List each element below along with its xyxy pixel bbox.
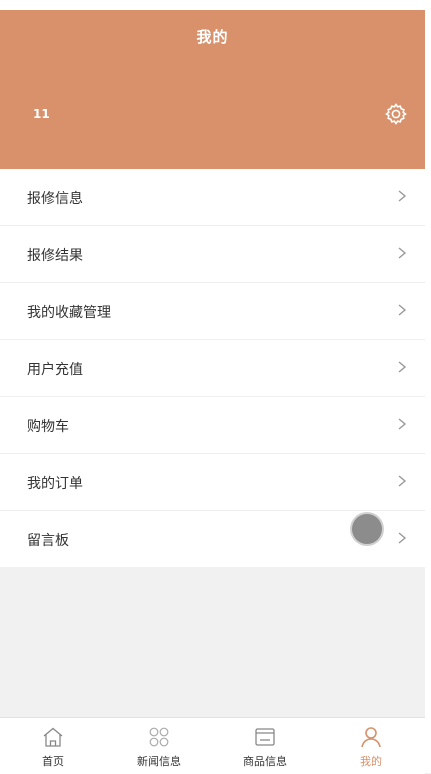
user-icon xyxy=(361,727,381,748)
gear-icon[interactable] xyxy=(384,102,408,126)
tab-mine[interactable]: 我的 xyxy=(318,718,424,774)
chevron-right-icon xyxy=(398,361,407,373)
chevron-right-icon xyxy=(398,190,407,202)
menu-item-label: 报修结果 xyxy=(27,248,83,264)
grid-icon xyxy=(149,727,169,747)
menu-item-label: 我的收藏管理 xyxy=(27,305,111,321)
profile-header: 我的 11 xyxy=(0,10,425,169)
chevron-right-icon xyxy=(398,532,407,544)
tab-label: 商品信息 xyxy=(243,755,287,768)
bottom-tab-bar: 首页 新闻信息 商品信息 我的 xyxy=(0,717,425,774)
floating-touch-button[interactable] xyxy=(352,514,382,544)
page-title: 我的 xyxy=(196,28,229,46)
menu-list: 报修信息 报修结果 我的收藏管理 用户充值 购物车 我的订单 留言板 xyxy=(0,169,425,567)
tab-news[interactable]: 新闻信息 xyxy=(106,718,212,774)
chevron-right-icon xyxy=(398,475,407,487)
menu-item-label: 我的订单 xyxy=(27,476,83,492)
window-icon xyxy=(255,728,275,746)
tab-label: 首页 xyxy=(42,755,64,768)
chevron-right-icon xyxy=(398,418,407,430)
menu-item-orders[interactable]: 我的订单 xyxy=(0,454,425,511)
chevron-right-icon xyxy=(398,304,407,316)
menu-item-label: 报修信息 xyxy=(27,191,83,207)
home-icon xyxy=(43,727,63,747)
chevron-right-icon xyxy=(398,247,407,259)
menu-item-repair-info[interactable]: 报修信息 xyxy=(0,169,425,226)
tab-label: 新闻信息 xyxy=(137,755,181,768)
menu-item-recharge[interactable]: 用户充值 xyxy=(0,340,425,397)
tab-home[interactable]: 首页 xyxy=(0,718,106,774)
right-edge xyxy=(425,10,431,773)
menu-item-repair-result[interactable]: 报修结果 xyxy=(0,226,425,283)
menu-item-label: 购物车 xyxy=(27,419,69,435)
username: 11 xyxy=(33,107,50,121)
tab-products[interactable]: 商品信息 xyxy=(212,718,318,774)
menu-item-label: 用户充值 xyxy=(27,362,83,378)
tab-label: 我的 xyxy=(360,755,382,768)
menu-item-label: 留言板 xyxy=(27,533,69,549)
menu-item-favorites[interactable]: 我的收藏管理 xyxy=(0,283,425,340)
menu-item-cart[interactable]: 购物车 xyxy=(0,397,425,454)
